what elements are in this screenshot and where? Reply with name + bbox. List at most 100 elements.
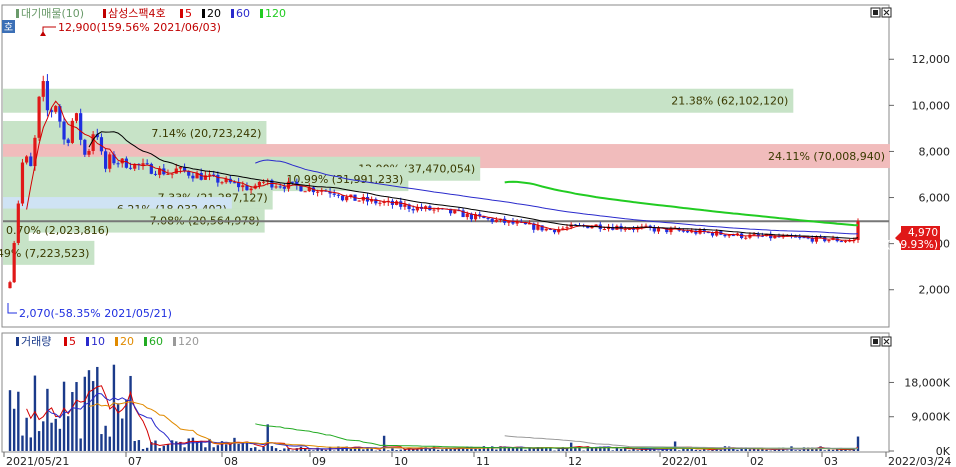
volume-bar [216,445,220,451]
volume-bar [17,391,20,451]
volume-panel-maximize-button[interactable] [870,336,881,347]
candle-body [465,213,469,218]
stock-badge-label: 호 [4,22,13,34]
volume-bar [374,450,378,452]
candle-body [45,81,50,111]
price-tick-label: 6,000 [919,192,951,205]
volume-panel [1,332,890,453]
volume-bar [436,449,440,451]
candle-body [141,163,145,166]
supply-zone-label: 0.70% (2,023,816) [6,224,109,237]
price-panel-maximize-button[interactable] [870,7,881,18]
volume-bar [21,435,24,451]
volume-bar [378,450,382,451]
volume-bar [382,435,386,451]
current-price-value: 4,970 [908,227,938,239]
volume-bar [91,381,95,451]
price-tick-label: 8,000 [919,145,951,158]
volume-bar [748,449,752,451]
legend-label: 120 [178,335,199,348]
legend-label: 거래량 [21,335,51,348]
candle-body [432,209,436,211]
time-tick-label: 09 [312,455,326,467]
volume-bar [12,408,16,451]
volume-bar [370,448,373,451]
candle-body [37,96,41,138]
volume-bar [594,448,598,451]
candle-body [274,186,278,188]
candle-body [827,240,831,242]
time-tick-label: 2021/05/21 [6,455,69,467]
volume-bar [553,450,556,452]
volume-bar [83,376,87,451]
candle-body [552,229,557,233]
candle-body [25,156,29,163]
volume-bar [137,440,141,451]
volume-bar [308,449,311,451]
volume-bar [740,448,743,451]
candle-body [108,154,112,169]
candle-body [744,237,748,239]
legend-swatch [173,337,176,346]
candle-body [83,139,87,155]
volume-bar [362,449,365,451]
candle-body [99,137,104,152]
volume-bar [141,448,145,451]
candle-body [124,158,128,168]
time-tick-label: 2022/03/24 [888,455,951,467]
volume-bar [129,375,132,451]
candle-body [286,181,291,189]
candle-body [490,218,494,222]
candle-body [723,234,727,237]
volume-bar [266,424,269,451]
candle-body [8,282,12,289]
volume-axis: 18,000K9,000K0K [889,376,951,458]
volume-bar [478,448,481,451]
volume-bar [794,450,797,451]
volume-bar [399,449,402,451]
legend-swatch [16,9,19,18]
supply-zone-label: 7.14% (20,723,242) [151,127,261,140]
volume-panel-close-button[interactable] [881,336,892,347]
candle-body [216,174,220,183]
high-price-annotation: 12,900(159.56% 2021/06/03) [58,21,221,34]
candle-body [316,191,320,193]
legend-label: 120 [265,7,286,20]
candle-body [644,225,648,227]
candle-body [249,188,253,191]
legend-swatch [202,9,205,18]
candle-body [536,225,540,230]
volume-bar [412,449,415,451]
candle-body [178,166,183,169]
legend-swatch [260,9,263,18]
volume-bar [312,450,315,451]
legend-swatch [231,9,234,18]
volume-bar [229,443,232,451]
time-tick-label: 2022/01 [662,455,708,467]
candle-body [602,229,607,231]
legend-label: 10 [91,335,105,348]
volume-bar [62,381,66,451]
candle-body [814,236,819,242]
volume-tick-label: 9,000K [911,411,950,424]
price-panel-close-button[interactable] [881,7,892,18]
volume-bar [66,416,70,451]
volume-bar [29,437,32,451]
volume-bar [441,449,444,451]
volume-bar [495,449,498,451]
candle-body [62,121,66,140]
time-tick-label: 07 [128,455,142,467]
candle-body [652,227,656,232]
price-tick-label: 2,000 [919,284,951,297]
candle-body [220,182,224,184]
volume-bar [673,441,677,451]
volume-bar [58,428,62,451]
candle-body [41,81,45,97]
legend-swatch [16,337,19,346]
volume-bar [736,449,739,451]
candle-body [303,191,307,193]
volume-bar [678,450,681,451]
candle-body [153,173,158,175]
volume-bar [283,448,286,451]
candle-body [681,230,686,232]
